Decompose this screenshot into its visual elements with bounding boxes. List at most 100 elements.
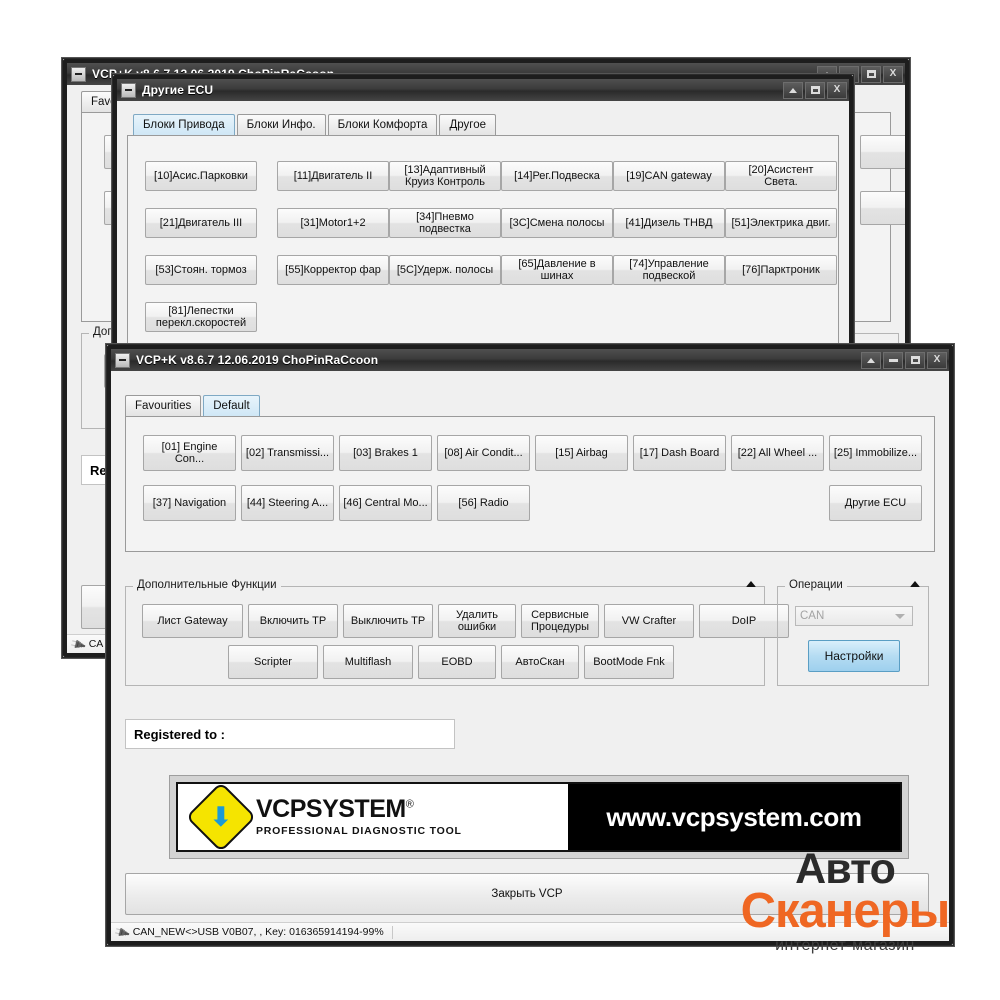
settings-button[interactable]: Настройки — [808, 640, 900, 672]
ecu-button-17-dash-board[interactable]: [17] Dash Board — [633, 435, 726, 471]
ecu-button-08-air-conditioning[interactable]: [08] Air Condit... — [437, 435, 530, 471]
minimize-button[interactable] — [883, 351, 903, 369]
banner-tagline: PROFESSIONAL DIAGNOSTIC TOOL — [256, 825, 462, 837]
ecu-button-22-all-wheel[interactable]: [22] All Wheel ... — [731, 435, 824, 471]
function-button-eobd[interactable]: EOBD — [418, 645, 496, 679]
chevron-down-icon — [895, 614, 905, 619]
vcp-system-banner: ⬇ VCPSYSTEM® PROFESSIONAL DIAGNOSTIC TOO… — [169, 775, 909, 859]
ecu-button-11[interactable]: [11]Двигатель II — [277, 161, 389, 191]
function-button-enable-tp[interactable]: Включить ТР — [248, 604, 338, 638]
registered-to-field[interactable]: Registered to : — [125, 719, 455, 749]
main-tabstrip: Favourities Default — [111, 371, 949, 416]
window-menu-icon[interactable] — [121, 82, 136, 98]
function-button-gateway-list[interactable]: Лист Gateway — [142, 604, 243, 638]
function-button-multiflash[interactable]: Multiflash — [323, 645, 413, 679]
function-button-bootmode-fnk[interactable]: BootMode Fnk — [584, 645, 674, 679]
additional-functions-group: Дополнительные Функции Лист Gateway Вклю… — [125, 579, 789, 686]
ecu-tabpanel: [10]Асис.Парковки [11]Двигатель II [13]А… — [127, 135, 839, 349]
close-button[interactable]: X — [927, 351, 947, 369]
tab-drugoe[interactable]: Другое — [439, 114, 496, 135]
interface-select[interactable]: CAN — [795, 606, 913, 626]
ecu-button-53[interactable]: [53]Стоян. тормоз — [145, 255, 257, 285]
ecu-button-13[interactable]: [13]Адаптивный Круиз Контроль — [389, 161, 501, 191]
ecu-button-51[interactable]: [51]Электрика двиг. — [725, 208, 837, 238]
other-ecu-button[interactable]: Другие ECU — [829, 485, 922, 521]
additional-functions-legend: Дополнительные Функции — [133, 579, 281, 591]
main-window-buttons: X — [861, 351, 947, 369]
tab-bloki-info[interactable]: Блоки Инфо. — [236, 114, 326, 135]
rollup-button[interactable] — [783, 81, 803, 99]
ecu-button-15-airbag[interactable]: [15] Airbag — [535, 435, 628, 471]
background-ecu-button-4[interactable] — [860, 191, 905, 225]
main-statusbar: 🔌 CAN_NEW<>USB V0B07, , Key: 01636591419… — [111, 922, 949, 941]
close-button[interactable]: X — [827, 81, 847, 99]
ecu-button-44-steering[interactable]: [44] Steering A... — [241, 485, 334, 521]
ecu-button-10[interactable]: [10]Асис.Парковки — [145, 161, 257, 191]
download-arrow-icon: ⬇ — [209, 801, 233, 832]
tab-default[interactable]: Default — [203, 395, 260, 416]
ecu-button-21[interactable]: [21]Двигатель III — [145, 208, 257, 238]
ecu-button-31[interactable]: [31]Motor1+2 — [277, 208, 389, 238]
ecu-button-19[interactable]: [19]CAN gateway — [613, 161, 725, 191]
ecu-button-25-immobilizer[interactable]: [25] Immobilize... — [829, 435, 922, 471]
ecu-button-76[interactable]: [76]Парктроник — [725, 255, 837, 285]
ecu-button-20[interactable]: [20]Асистент Света. — [725, 161, 837, 191]
tab-bloki-komforta[interactable]: Блоки Комфорта — [327, 114, 438, 135]
function-button-autoscan[interactable]: АвтоСкан — [501, 645, 579, 679]
main-window-title: VCP+K v8.6.7 12.06.2019 ChoPinRaCcoon — [136, 353, 379, 367]
window-menu-icon[interactable] — [71, 66, 86, 82]
ecu-button-03-brakes[interactable]: [03] Brakes 1 — [339, 435, 432, 471]
ecu-button-74[interactable]: [74]Управление подвеской — [613, 255, 725, 285]
ecu-tabstrip: Блоки Привода Блоки Инфо. Блоки Комфорта… — [117, 101, 849, 135]
banner-text-block: VCPSYSTEM® PROFESSIONAL DIAGNOSTIC TOOL — [256, 795, 462, 838]
status-separator — [391, 925, 393, 939]
background-ecu-button-3[interactable] — [860, 135, 905, 169]
ecu-button-81[interactable]: [81]Лепестки перекл.скоростей — [145, 302, 257, 332]
maximize-button[interactable] — [861, 65, 881, 83]
function-button-doip[interactable]: DoIP — [699, 604, 789, 638]
ecu-button-55[interactable]: [55]Корректор фар — [277, 255, 389, 285]
ecu-button-37-navigation[interactable]: [37] Navigation — [143, 485, 236, 521]
vcp-logo-icon: ⬇ — [185, 781, 257, 853]
background-status-text: CA — [88, 638, 104, 650]
main-vcp-window[interactable]: VCP+K v8.6.7 12.06.2019 ChoPinRaCcoon X … — [106, 344, 954, 946]
ecu-button-3c[interactable]: [3C]Смена полосы — [501, 208, 613, 238]
tab-favourities[interactable]: Favourities — [125, 395, 202, 416]
function-button-service-procedures[interactable]: Сервисные Процедуры — [521, 604, 599, 638]
window-menu-icon[interactable] — [115, 352, 130, 368]
ecu-button-5c[interactable]: [5C]Удерж. полосы — [389, 255, 501, 285]
plug-icon: 🔌 — [113, 923, 132, 941]
function-button-scripter[interactable]: Scripter — [228, 645, 318, 679]
close-vcp-button[interactable]: Закрыть VCP — [125, 873, 929, 915]
function-button-vw-crafter[interactable]: VW Crafter — [604, 604, 694, 638]
main-tabpanel: [01] Engine Con... [02] Transmissi... [0… — [125, 416, 935, 552]
maximize-button[interactable] — [905, 351, 925, 369]
close-button[interactable]: X — [883, 65, 903, 83]
banner-website: www.vcpsystem.com — [567, 784, 900, 850]
ecu-button-34[interactable]: [34]Пневмо подвестка — [389, 208, 501, 238]
registered-to-label: Registered to : — [134, 726, 226, 742]
interface-select-value: CAN — [800, 610, 825, 622]
ecu-button-01-engine[interactable]: [01] Engine Con... — [143, 435, 236, 471]
ecu-button-56-radio[interactable]: [56] Radio — [437, 485, 530, 521]
ecu-button-65[interactable]: [65]Давление в шинах — [501, 255, 613, 285]
main-window-titlebar[interactable]: VCP+K v8.6.7 12.06.2019 ChoPinRaCcoon X — [111, 349, 949, 371]
ecu-button-41[interactable]: [41]Дизель ТНВД — [613, 208, 725, 238]
ecu-button-46-central-module[interactable]: [46] Central Mo... — [339, 485, 432, 521]
rollup-button[interactable] — [861, 351, 881, 369]
main-window-body: Favourities Default [01] Engine Con... [… — [111, 371, 949, 941]
ecu-button-02-transmission[interactable]: [02] Transmissi... — [241, 435, 334, 471]
ecu-button-14[interactable]: [14]Рег.Подвеска — [501, 161, 613, 191]
ecu-window-titlebar[interactable]: Другие ECU X — [117, 79, 849, 101]
banner-brand-text: VCPSYSTEM — [256, 795, 406, 823]
other-ecu-window[interactable]: Другие ECU X Блоки Привода Блоки Инфо. Б… — [112, 74, 854, 354]
main-status-text: CAN_NEW<>USB V0B07, , Key: 016365914194-… — [132, 926, 384, 938]
collapse-arrow-icon[interactable] — [910, 581, 920, 587]
collapse-arrow-icon[interactable] — [746, 581, 756, 587]
ecu-window-title: Другие ECU — [142, 83, 214, 97]
banner-inner: ⬇ VCPSYSTEM® PROFESSIONAL DIAGNOSTIC TOO… — [176, 781, 902, 853]
maximize-button[interactable] — [805, 81, 825, 99]
function-button-disable-tp[interactable]: Выключить ТР — [343, 604, 433, 638]
tab-bloki-privoda[interactable]: Блоки Привода — [133, 114, 235, 135]
function-button-clear-errors[interactable]: Удалить ошибки — [438, 604, 516, 638]
